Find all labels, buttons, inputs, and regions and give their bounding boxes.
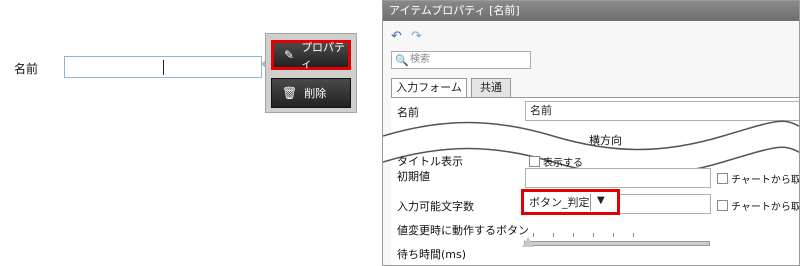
property-button-label: プロパティ — [301, 41, 346, 70]
row-max-chars-label: 入力可能文字数 — [397, 200, 474, 213]
initial-from-chart-checkbox[interactable]: チャートから取得 — [717, 171, 800, 186]
initial-value-field[interactable] — [525, 168, 711, 188]
checkbox-box — [529, 156, 540, 167]
slider-tick — [593, 233, 594, 237]
tab-common[interactable]: 共通 — [471, 78, 511, 97]
initial-from-chart-label: チャートから取得 — [731, 175, 800, 186]
maxchars-from-chart-label: チャートから取得 — [731, 202, 800, 213]
tab-input-form[interactable]: 入力フォーム — [391, 78, 467, 97]
search-icon: 🔍 — [395, 54, 409, 67]
name-label: 名前 — [14, 62, 39, 76]
row-wait-time-label: 待ち時間(ms) — [397, 248, 467, 261]
delete-button-label: 削除 — [304, 87, 327, 100]
wait-time-slider-track[interactable] — [524, 241, 710, 246]
button-select-value: ボタン_判定 — [529, 196, 590, 209]
select-divider — [590, 194, 591, 211]
checkbox-box — [717, 200, 728, 211]
row-title-display-label: タイトル表示 — [397, 155, 463, 168]
search-input[interactable]: 🔍 検索 — [391, 51, 531, 69]
search-placeholder: 検索 — [410, 54, 430, 65]
property-button[interactable]: ✎ プロパティ — [271, 40, 351, 70]
slider-tick — [553, 233, 554, 237]
slider-tick — [613, 233, 614, 237]
pencil-icon: ✎ — [284, 48, 295, 62]
button-select-dropdown[interactable]: ボタン_判定 ▼ — [521, 189, 620, 215]
slider-tick — [533, 233, 534, 237]
row-button-on-change-label: 値変更時に動作するボタン — [397, 224, 529, 237]
window-title: アイテムプロパティ [名前] — [383, 1, 799, 21]
delete-button[interactable]: 🗑 削除 — [271, 78, 351, 108]
context-menu: ✎ プロパティ 🗑 削除 — [265, 33, 357, 113]
chevron-down-icon[interactable]: ▼ — [597, 195, 605, 206]
row-initial-value-label: 初期値 — [397, 170, 430, 183]
slider-tick — [573, 233, 574, 237]
item-property-window: アイテムプロパティ [名前] ↶ ↷ 🔍 検索 入力フォーム 共通 名前 名前 … — [382, 0, 800, 266]
undo-icon[interactable]: ↶ — [391, 29, 402, 44]
wait-time-slider-thumb[interactable] — [522, 237, 534, 247]
trash-icon: 🗑 — [282, 86, 298, 100]
text-caret — [163, 60, 164, 75]
show-title-checkbox[interactable]: 表示する — [529, 154, 583, 169]
maxchars-from-chart-checkbox[interactable]: チャートから取得 — [717, 198, 800, 213]
redo-icon[interactable]: ↷ — [411, 29, 422, 44]
checkbox-box — [717, 173, 728, 184]
slider-tick — [633, 233, 634, 237]
